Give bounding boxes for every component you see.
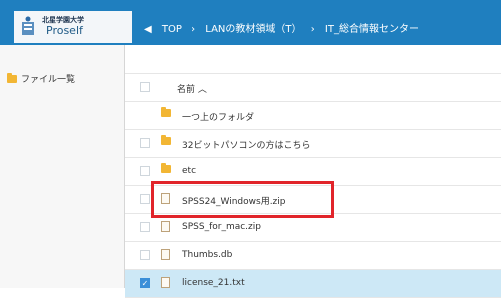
toolbar [125, 45, 501, 74]
row-checkbox[interactable] [140, 250, 150, 260]
folder-icon [161, 135, 175, 147]
file-name[interactable]: 32ビットパソコンの方はこちら [182, 138, 310, 151]
server-logo-icon [22, 16, 34, 35]
file-name[interactable]: etc [182, 166, 196, 176]
breadcrumb-back-icon[interactable]: ◀ [144, 24, 152, 35]
file-icon [161, 277, 170, 291]
select-all-checkbox[interactable] [140, 82, 150, 92]
proself-logo[interactable]: 北星学園大学 Proself [14, 11, 132, 43]
row-checkbox-checked[interactable]: ✓ [140, 278, 150, 288]
top-bar: 北星学園大学 Proself ◀ TOP › LANの教材領域（T） › IT_… [0, 0, 501, 45]
column-header-name[interactable]: 名前 ︿ [177, 82, 207, 95]
row-checkbox[interactable] [140, 138, 150, 148]
list-item[interactable]: SPSS_for_mac.zip [125, 214, 501, 242]
row-checkbox[interactable] [140, 194, 150, 204]
file-name[interactable]: 一つ上のフォルダ [182, 110, 254, 123]
folder-icon [161, 107, 175, 119]
breadcrumb-lan-folder[interactable]: LANの教材領域（T） [205, 24, 301, 35]
sidebar-item-file-list[interactable]: ファイル一覧 [7, 72, 75, 85]
list-item[interactable]: 一つ上のフォルダ [125, 102, 501, 130]
column-header-row: 名前 ︿ [125, 74, 501, 102]
breadcrumb-it-center[interactable]: IT_総合情報センター [325, 24, 419, 35]
file-name[interactable]: Thumbs.db [182, 250, 232, 260]
breadcrumb-separator-icon: › [310, 24, 315, 35]
file-icon [161, 221, 170, 235]
file-list-panel: 名前 ︿ 一つ上のフォルダ 32ビットパソコンの方はこちら etc SPSS24… [125, 45, 501, 298]
row-checkbox[interactable] [140, 166, 150, 176]
red-highlight-box [151, 181, 334, 218]
file-icon [161, 249, 170, 263]
folder-icon [161, 163, 175, 175]
list-item[interactable]: 32ビットパソコンの方はこちら [125, 130, 501, 158]
file-name[interactable]: SPSS_for_mac.zip [182, 222, 261, 232]
breadcrumb: ◀ TOP › LANの教材領域（T） › IT_総合情報センター [144, 20, 425, 35]
row-checkbox[interactable] [140, 222, 150, 232]
sidebar-item-label: ファイル一覧 [21, 75, 76, 85]
folder-icon [7, 73, 17, 83]
list-item[interactable]: Thumbs.db [125, 242, 501, 270]
sidebar: ファイル一覧 [0, 45, 125, 288]
file-name[interactable]: license_21.txt [182, 278, 245, 288]
logo-product-name: Proself [46, 24, 83, 37]
list-item-selected[interactable]: ✓ license_21.txt [125, 270, 501, 298]
breadcrumb-top[interactable]: TOP [162, 24, 182, 35]
breadcrumb-separator-icon: › [191, 24, 196, 35]
